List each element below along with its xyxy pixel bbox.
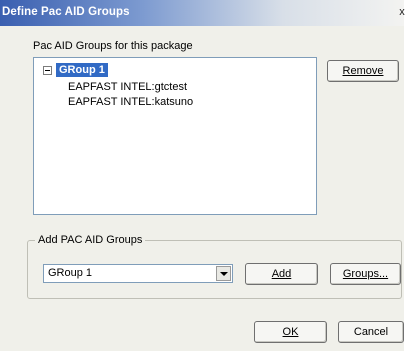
chevron-down-icon[interactable] bbox=[216, 266, 231, 281]
groups-tree[interactable]: GRoup 1 EAPFAST INTEL:gtctest EAPFAST IN… bbox=[33, 57, 317, 215]
remove-button-label: Remove bbox=[342, 65, 384, 77]
groups-button-label: Groups... bbox=[342, 268, 389, 280]
groups-button[interactable]: Groups... bbox=[330, 263, 401, 285]
group-select-value: GRoup 1 bbox=[48, 267, 93, 279]
tree-node-child[interactable]: EAPFAST INTEL:gtctest bbox=[68, 81, 187, 93]
add-groups-label: Add PAC AID Groups bbox=[35, 234, 146, 246]
window-title: Define Pac AID Groups bbox=[2, 6, 130, 18]
collapse-icon[interactable] bbox=[43, 66, 52, 75]
add-button-label: Add bbox=[271, 268, 292, 280]
title-bar[interactable]: Define Pac AID Groups x bbox=[0, 0, 405, 26]
cancel-button[interactable]: Cancel bbox=[338, 321, 404, 343]
group-select[interactable]: GRoup 1 bbox=[43, 264, 233, 283]
close-icon[interactable]: x bbox=[394, 4, 408, 20]
tree-node-child[interactable]: EAPFAST INTEL:katsuno bbox=[68, 96, 193, 108]
tree-node-group[interactable]: GRoup 1 bbox=[56, 63, 108, 77]
define-pac-aid-groups-dialog: Define Pac AID Groups x Pac AID Groups f… bbox=[0, 0, 405, 351]
remove-button[interactable]: Remove bbox=[327, 60, 399, 82]
ok-button-label: OK bbox=[282, 326, 299, 338]
ok-button[interactable]: OK bbox=[254, 321, 327, 343]
add-button[interactable]: Add bbox=[245, 263, 318, 285]
groups-list-label: Pac AID Groups for this package bbox=[33, 40, 193, 52]
